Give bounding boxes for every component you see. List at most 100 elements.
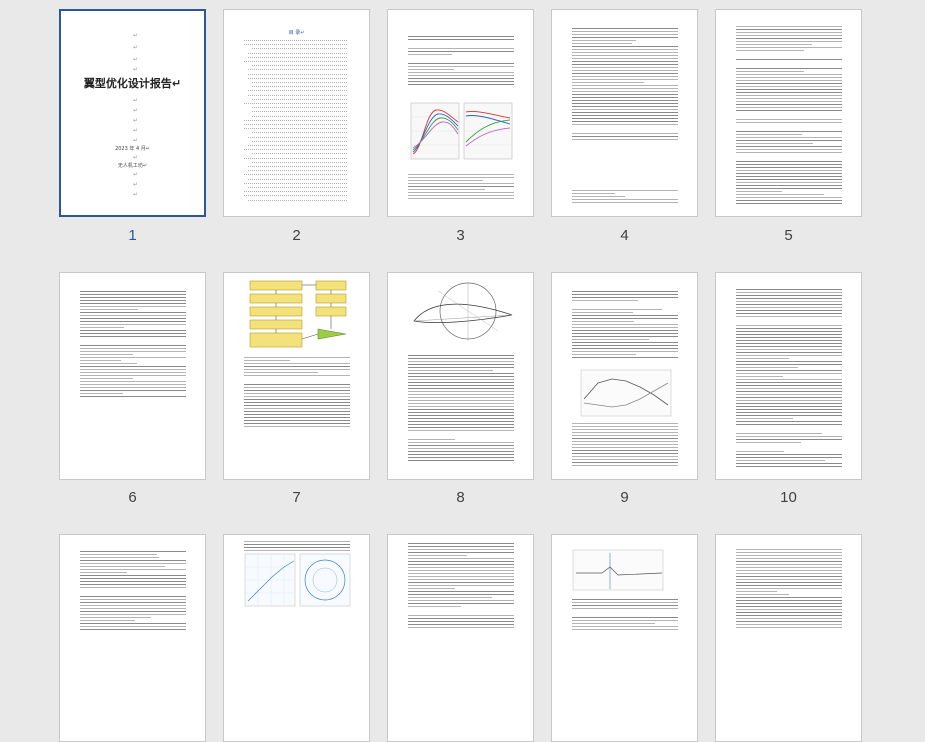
text-line xyxy=(80,291,186,292)
text-line xyxy=(736,331,842,332)
page-thumbnail-9[interactable] xyxy=(551,272,698,480)
text-line xyxy=(408,39,514,40)
text-line xyxy=(572,333,678,334)
page-thumbnail-14[interactable] xyxy=(551,534,698,742)
text-line xyxy=(736,307,842,308)
text-line xyxy=(244,547,350,548)
text-line xyxy=(244,366,350,367)
text-line xyxy=(408,177,514,178)
text-line xyxy=(80,566,165,567)
page-thumbnail-6[interactable] xyxy=(59,272,206,480)
paragraph-mark-icon: ↵ xyxy=(133,137,139,144)
text-line xyxy=(736,134,803,135)
text-line xyxy=(736,200,842,201)
toc-entry-line xyxy=(244,119,348,121)
text-line xyxy=(736,558,842,559)
paragraph-mark-icon: ↵ xyxy=(133,32,139,39)
cover-title: 翼型优化设计报告↵ xyxy=(83,77,182,90)
page-thumbnail-8[interactable] xyxy=(387,272,534,480)
text-line xyxy=(244,544,350,545)
paragraph-mark-icon: ↵ xyxy=(133,44,139,51)
chart-figure xyxy=(410,102,513,160)
text-line xyxy=(408,427,514,428)
paragraph-mark-icon: ↵ xyxy=(133,171,139,178)
text-line xyxy=(408,615,514,616)
text-line xyxy=(408,546,514,547)
text-line xyxy=(736,119,842,120)
toc-entry-line xyxy=(248,145,348,146)
text-line xyxy=(408,591,514,592)
text-line xyxy=(408,388,514,389)
text-line xyxy=(736,463,842,464)
page-number-3: 3 xyxy=(456,227,465,244)
text-line xyxy=(408,585,514,586)
text-line xyxy=(572,58,678,59)
text-line xyxy=(736,89,842,90)
text-line xyxy=(736,615,842,616)
page-thumbnail-10[interactable] xyxy=(715,272,862,480)
text-line xyxy=(572,602,678,603)
text-line xyxy=(80,605,186,606)
text-line xyxy=(572,118,678,119)
text-line xyxy=(572,67,678,68)
text-line xyxy=(244,541,350,542)
text-line xyxy=(80,557,159,558)
text-line xyxy=(736,149,842,150)
page-thumbnail-13[interactable] xyxy=(387,534,534,742)
text-line xyxy=(736,609,842,610)
text-line xyxy=(572,617,678,618)
paragraph-mark-icon: ↵ xyxy=(133,117,139,124)
page-thumbnail-11[interactable] xyxy=(59,534,206,742)
text-line xyxy=(80,369,186,370)
text-line xyxy=(80,614,186,615)
text-line xyxy=(244,387,350,388)
text-line xyxy=(408,180,483,181)
page-thumbnail-2[interactable]: 目 录↵ xyxy=(223,9,370,217)
text-line xyxy=(736,131,842,132)
page-thumbnail-7[interactable] xyxy=(223,272,370,480)
text-line xyxy=(408,385,514,386)
page-thumbnail-12[interactable] xyxy=(223,534,370,742)
text-line xyxy=(572,82,644,83)
page-number-4: 4 xyxy=(620,227,629,244)
text-line xyxy=(572,620,678,621)
text-line xyxy=(80,554,158,555)
text-line xyxy=(80,363,138,364)
text-line xyxy=(408,561,514,562)
page-thumbnail-4[interactable] xyxy=(551,9,698,217)
text-line xyxy=(572,112,678,113)
page-thumbnail-3[interactable] xyxy=(387,9,534,217)
text-line xyxy=(408,454,514,455)
text-line xyxy=(736,95,842,96)
text-line xyxy=(80,357,186,358)
text-line xyxy=(408,421,514,422)
text-line xyxy=(572,139,678,140)
text-line xyxy=(244,384,350,385)
text-line xyxy=(736,176,842,177)
text-line xyxy=(80,360,122,361)
toc-entry-line xyxy=(248,73,348,75)
text-line xyxy=(408,81,514,82)
page-thumbnail-5[interactable] xyxy=(715,9,862,217)
text-line xyxy=(736,74,842,75)
text-line xyxy=(736,394,842,395)
text-line xyxy=(736,603,842,604)
text-line xyxy=(80,584,186,585)
toc-entry-line xyxy=(248,56,348,58)
page-thumbnail-1[interactable]: ↵ ↵ ↵ ↵ 翼型优化设计报告↵ ↵ ↵ ↵ ↵ ↵ 2023 年 4 月↵ … xyxy=(59,9,206,217)
toc-entry-line xyxy=(244,149,348,151)
text-line xyxy=(572,626,678,627)
text-line xyxy=(572,94,678,95)
text-line xyxy=(736,164,842,165)
text-line xyxy=(408,576,514,577)
text-line xyxy=(572,312,634,313)
text-line xyxy=(572,357,678,358)
page-thumbnail-15[interactable] xyxy=(715,534,862,742)
paragraph-mark-icon: ↵ xyxy=(133,154,139,161)
text-line xyxy=(80,348,186,349)
text-line xyxy=(736,621,842,622)
text-line xyxy=(736,600,842,601)
text-line xyxy=(736,555,842,556)
text-line xyxy=(572,133,678,134)
text-line xyxy=(80,617,151,618)
